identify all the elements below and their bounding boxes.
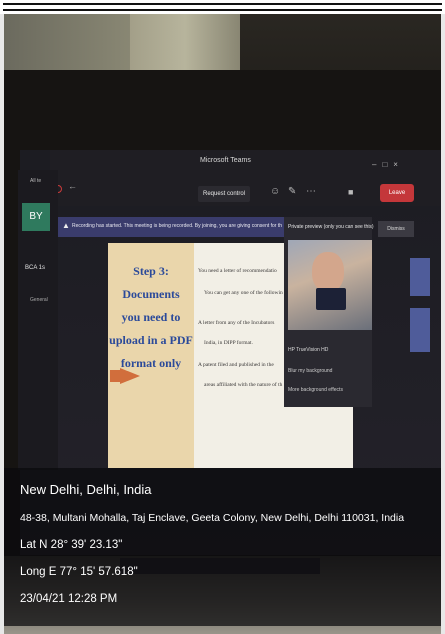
recording-banner-text: Recording has started. This meeting is b…: [72, 223, 282, 229]
person-face: [312, 252, 344, 292]
dismiss-button[interactable]: Dismiss: [378, 221, 414, 237]
slide-bullet: A patent filed and published in the: [198, 362, 274, 368]
window-controls[interactable]: –□×: [372, 160, 404, 169]
slide-arrow-icon: [120, 368, 140, 384]
phone-in-hand: [316, 288, 346, 310]
leave-button[interactable]: Leave: [380, 184, 414, 202]
location-longitude: Long E 77° 15' 57.618": [20, 566, 138, 578]
photo-frame-left: [0, 14, 4, 634]
team-avatar[interactable]: BY: [22, 203, 50, 231]
slide-bullet: You need a letter of recommendatio: [198, 268, 277, 274]
participant-tile: [410, 308, 430, 352]
location-address: 48-38, Multani Mohalla, Taj Enclave, Gee…: [20, 512, 405, 524]
background-effects-option[interactable]: More background effects: [288, 387, 343, 393]
location-datetime: 23/04/21 12:28 PM: [20, 593, 118, 605]
slide-heading: Step 3: Documents you need to upload in …: [108, 260, 194, 375]
frame-line: [3, 3, 442, 5]
chat-icon[interactable]: ✎: [288, 186, 296, 197]
participants-icon[interactable]: ☺: [270, 186, 280, 197]
slide-heading-line: upload in a PDF: [109, 333, 193, 347]
location-latitude: Lat N 28° 39' 23.13": [20, 539, 123, 551]
all-teams-link[interactable]: All te: [30, 178, 41, 184]
location-city: New Delhi, Delhi, India: [20, 482, 152, 497]
participant-tile: [410, 258, 430, 296]
slide-bullet: areas affiliated with the nature of th: [204, 382, 283, 388]
camera-icon[interactable]: ■: [348, 187, 353, 197]
preview-title: Private preview (only you can see this): [288, 224, 374, 230]
slide-bullet: India, in DIPP format.: [204, 340, 253, 346]
warning-icon: ▲: [62, 221, 70, 230]
request-control-button[interactable]: Request control: [198, 186, 250, 202]
slide-heading-line: you need to: [121, 310, 181, 324]
window-title: Microsoft Teams: [200, 157, 251, 164]
frame-line: [3, 9, 442, 11]
slide-bullet: You can get any one of the followin: [204, 290, 283, 296]
channel-general[interactable]: General: [30, 297, 48, 303]
camera-device-select[interactable]: HP TrueVision HD: [288, 347, 328, 353]
slide-bullet: A letter from any of the Incubators: [198, 320, 275, 326]
back-arrow-icon[interactable]: ←: [68, 181, 77, 191]
photo-frame-right: [441, 14, 445, 634]
more-options-icon[interactable]: ⋯: [306, 186, 316, 197]
team-name[interactable]: BCA 1s: [25, 265, 45, 271]
slide-heading-line: Step 3: Documents: [122, 264, 180, 301]
blur-background-option[interactable]: Blur my background: [288, 368, 332, 374]
